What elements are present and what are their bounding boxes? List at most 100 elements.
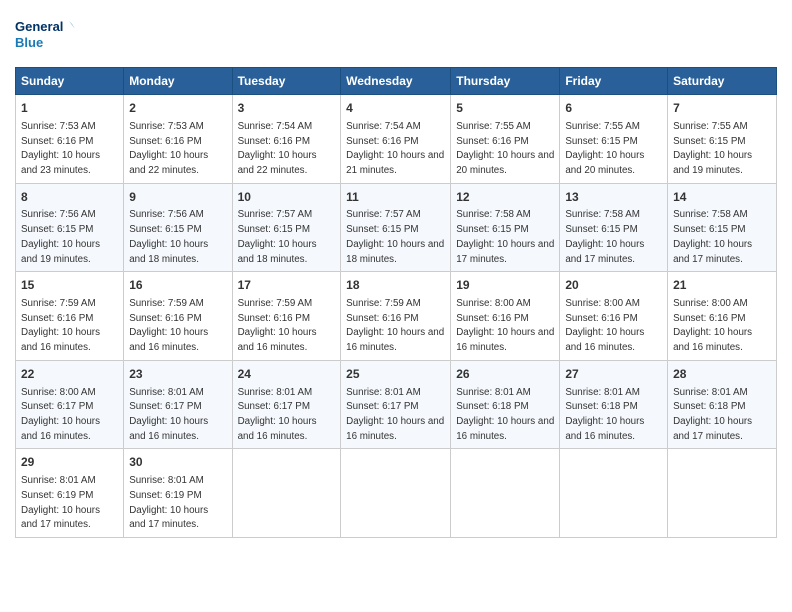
calendar-week-4: 22 Sunrise: 8:00 AMSunset: 6:17 PMDayligh… [16, 360, 777, 449]
calendar-cell [560, 449, 668, 538]
day-info: Sunrise: 7:58 AMSunset: 6:15 PMDaylight:… [456, 209, 554, 264]
day-info: Sunrise: 8:00 AMSunset: 6:16 PMDaylight:… [565, 298, 644, 353]
calendar-week-3: 15 Sunrise: 7:59 AMSunset: 6:16 PMDayligh… [16, 272, 777, 361]
day-number: 21 [673, 277, 771, 294]
calendar-cell: 28 Sunrise: 8:01 AMSunset: 6:18 PMDayligh… [668, 360, 777, 449]
calendar-cell: 12 Sunrise: 7:58 AMSunset: 6:15 PMDayligh… [451, 183, 560, 272]
calendar-table: SundayMondayTuesdayWednesdayThursdayFrid… [15, 67, 777, 538]
calendar-cell: 17 Sunrise: 7:59 AMSunset: 6:16 PMDayligh… [232, 272, 341, 361]
calendar-cell: 14Sunrise: 7:58 AMSunset: 6:15 PMDayligh… [668, 183, 777, 272]
day-number: 9 [129, 189, 226, 206]
day-number: 28 [673, 366, 771, 383]
calendar-cell: 5Sunrise: 7:55 AMSunset: 6:16 PMDaylight… [451, 95, 560, 184]
calendar-week-1: 1 Sunrise: 7:53 AMSunset: 6:16 PMDaylight… [16, 95, 777, 184]
calendar-cell: 18 Sunrise: 7:59 AMSunset: 6:16 PMDayligh… [341, 272, 451, 361]
day-info: Sunrise: 8:00 AMSunset: 6:16 PMDaylight:… [673, 298, 752, 353]
day-info: Sunrise: 7:57 AMSunset: 6:15 PMDaylight:… [238, 209, 317, 264]
day-number: 19 [456, 277, 554, 294]
weekday-header-monday: Monday [124, 68, 232, 95]
weekday-header-sunday: Sunday [16, 68, 124, 95]
day-number: 3 [238, 100, 336, 117]
calendar-cell: 25Sunrise: 8:01 AMSunset: 6:17 PMDayligh… [341, 360, 451, 449]
calendar-week-2: 8 Sunrise: 7:56 AMSunset: 6:15 PMDaylight… [16, 183, 777, 272]
calendar-cell: 16Sunrise: 7:59 AMSunset: 6:16 PMDayligh… [124, 272, 232, 361]
calendar-cell: 21 Sunrise: 8:00 AMSunset: 6:16 PMDayligh… [668, 272, 777, 361]
page-header: General Blue [15, 15, 777, 57]
day-info: Sunrise: 8:00 AMSunset: 6:16 PMDaylight:… [456, 298, 554, 353]
calendar-cell: 24 Sunrise: 8:01 AMSunset: 6:17 PMDayligh… [232, 360, 341, 449]
calendar-cell: 13 Sunrise: 7:58 AMSunset: 6:15 PMDayligh… [560, 183, 668, 272]
day-info: Sunrise: 7:58 AMSunset: 6:15 PMDaylight:… [673, 209, 752, 264]
day-number: 26 [456, 366, 554, 383]
calendar-cell: 20 Sunrise: 8:00 AMSunset: 6:16 PMDayligh… [560, 272, 668, 361]
day-number: 4 [346, 100, 445, 117]
calendar-cell: 15 Sunrise: 7:59 AMSunset: 6:16 PMDayligh… [16, 272, 124, 361]
day-number: 1 [21, 100, 118, 117]
logo: General Blue [15, 15, 75, 57]
day-number: 12 [456, 189, 554, 206]
day-info: Sunrise: 7:56 AMSunset: 6:15 PMDaylight:… [21, 209, 100, 264]
weekday-header-row: SundayMondayTuesdayWednesdayThursdayFrid… [16, 68, 777, 95]
calendar-cell: 23 Sunrise: 8:01 AMSunset: 6:17 PMDayligh… [124, 360, 232, 449]
svg-text:Blue: Blue [15, 35, 43, 50]
calendar-cell: 29 Sunrise: 8:01 AMSunset: 6:19 PMDayligh… [16, 449, 124, 538]
calendar-cell: 9 Sunrise: 7:56 AMSunset: 6:15 PMDaylight… [124, 183, 232, 272]
day-info: Sunrise: 7:58 AMSunset: 6:15 PMDaylight:… [565, 209, 644, 264]
day-info: Sunrise: 7:59 AMSunset: 6:16 PMDaylight:… [21, 298, 100, 353]
day-info: Sunrise: 8:01 AMSunset: 6:18 PMDaylight:… [456, 387, 554, 442]
day-info: Sunrise: 7:56 AMSunset: 6:15 PMDaylight:… [129, 209, 208, 264]
calendar-cell: 1 Sunrise: 7:53 AMSunset: 6:16 PMDaylight… [16, 95, 124, 184]
day-info: Sunrise: 8:01 AMSunset: 6:17 PMDaylight:… [346, 387, 444, 442]
day-info: Sunrise: 8:00 AMSunset: 6:17 PMDaylight:… [21, 387, 100, 442]
day-number: 18 [346, 277, 445, 294]
day-number: 22 [21, 366, 118, 383]
calendar-cell: 2 Sunrise: 7:53 AMSunset: 6:16 PMDaylight… [124, 95, 232, 184]
day-info: Sunrise: 7:53 AMSunset: 6:16 PMDaylight:… [21, 121, 100, 176]
calendar-cell: 26 Sunrise: 8:01 AMSunset: 6:18 PMDayligh… [451, 360, 560, 449]
day-number: 10 [238, 189, 336, 206]
calendar-cell: 30Sunrise: 8:01 AMSunset: 6:19 PMDayligh… [124, 449, 232, 538]
weekday-header-saturday: Saturday [668, 68, 777, 95]
calendar-cell [232, 449, 341, 538]
day-number: 17 [238, 277, 336, 294]
calendar-cell: 6 Sunrise: 7:55 AMSunset: 6:15 PMDaylight… [560, 95, 668, 184]
day-info: Sunrise: 7:53 AMSunset: 6:16 PMDaylight:… [129, 121, 208, 176]
day-number: 8 [21, 189, 118, 206]
day-info: Sunrise: 7:55 AMSunset: 6:15 PMDaylight:… [673, 121, 752, 176]
day-number: 20 [565, 277, 662, 294]
calendar-cell: 27Sunrise: 8:01 AMSunset: 6:18 PMDayligh… [560, 360, 668, 449]
day-info: Sunrise: 7:54 AMSunset: 6:16 PMDaylight:… [238, 121, 317, 176]
weekday-header-thursday: Thursday [451, 68, 560, 95]
calendar-week-5: 29 Sunrise: 8:01 AMSunset: 6:19 PMDayligh… [16, 449, 777, 538]
day-number: 6 [565, 100, 662, 117]
day-info: Sunrise: 8:01 AMSunset: 6:17 PMDaylight:… [238, 387, 317, 442]
day-number: 29 [21, 454, 118, 471]
calendar-cell [341, 449, 451, 538]
day-info: Sunrise: 8:01 AMSunset: 6:18 PMDaylight:… [673, 387, 752, 442]
day-number: 15 [21, 277, 118, 294]
day-number: 11 [346, 189, 445, 206]
day-number: 23 [129, 366, 226, 383]
calendar-cell: 7Sunrise: 7:55 AMSunset: 6:15 PMDaylight… [668, 95, 777, 184]
day-info: Sunrise: 8:01 AMSunset: 6:19 PMDaylight:… [21, 475, 100, 530]
day-info: Sunrise: 8:01 AMSunset: 6:17 PMDaylight:… [129, 387, 208, 442]
day-info: Sunrise: 7:55 AMSunset: 6:15 PMDaylight:… [565, 121, 644, 176]
calendar-cell: 22 Sunrise: 8:00 AMSunset: 6:17 PMDayligh… [16, 360, 124, 449]
day-number: 24 [238, 366, 336, 383]
day-info: Sunrise: 7:59 AMSunset: 6:16 PMDaylight:… [346, 298, 444, 353]
day-info: Sunrise: 7:59 AMSunset: 6:16 PMDaylight:… [129, 298, 208, 353]
calendar-cell [451, 449, 560, 538]
weekday-header-wednesday: Wednesday [341, 68, 451, 95]
weekday-header-friday: Friday [560, 68, 668, 95]
calendar-cell: 11 Sunrise: 7:57 AMSunset: 6:15 PMDayligh… [341, 183, 451, 272]
svg-text:General: General [15, 19, 63, 34]
day-number: 2 [129, 100, 226, 117]
day-number: 13 [565, 189, 662, 206]
day-info: Sunrise: 7:57 AMSunset: 6:15 PMDaylight:… [346, 209, 444, 264]
day-info: Sunrise: 7:59 AMSunset: 6:16 PMDaylight:… [238, 298, 317, 353]
calendar-cell: 19 Sunrise: 8:00 AMSunset: 6:16 PMDayligh… [451, 272, 560, 361]
calendar-cell: 8 Sunrise: 7:56 AMSunset: 6:15 PMDaylight… [16, 183, 124, 272]
day-number: 30 [129, 454, 226, 471]
day-number: 5 [456, 100, 554, 117]
weekday-header-tuesday: Tuesday [232, 68, 341, 95]
